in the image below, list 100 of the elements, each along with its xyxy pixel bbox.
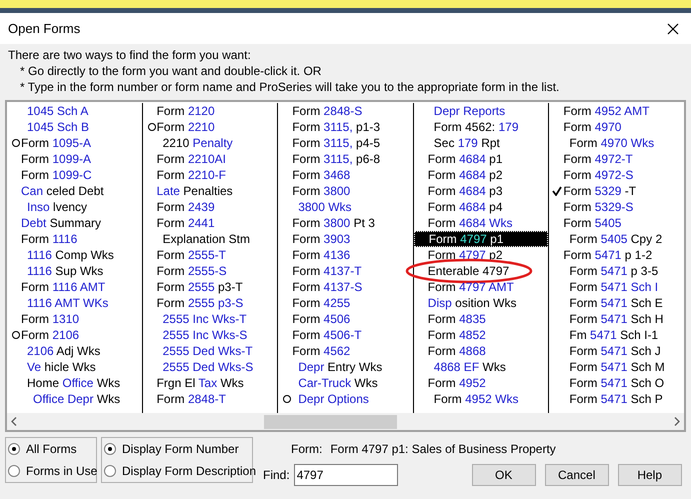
form-list-item[interactable]: Disp osition Wks [414,295,516,311]
form-list-item[interactable]: Form 4136 [278,247,350,263]
form-list-item[interactable]: Form 4972-T [549,151,633,167]
form-list-item[interactable]: Form 5471 Sch P [549,391,663,407]
form-list-item[interactable]: Form 4684 p2 [414,167,503,183]
form-list-item[interactable]: Form 2439 [142,199,215,215]
form-list-item[interactable]: Form 4684 Wks [414,215,512,231]
form-list-item[interactable]: Form 2555-T [142,247,226,263]
form-list-item[interactable]: Form 5471 p 1-2 [549,247,652,263]
form-list-item[interactable]: Form 3115, p1-3 [278,119,380,135]
form-list-item[interactable]: Form 4952 [414,375,486,391]
radio-option[interactable]: Display Form Number [104,438,250,460]
form-list-item[interactable]: Form 4562 [278,343,350,359]
form-list-item[interactable]: Form 4852 [414,327,486,343]
form-list-item[interactable]: Form 2210 [142,119,215,135]
scrollbar-thumb[interactable] [264,414,397,428]
form-list-item[interactable]: Form 2441 [142,215,215,231]
horizontal-scrollbar[interactable] [7,413,684,430]
form-list-item[interactable]: Form 5329 -T [549,183,636,199]
form-list-item[interactable]: Form 1099-C [7,167,92,183]
form-list-item[interactable]: 1045 Sch B [7,119,90,135]
form-list-item[interactable]: Form 2555 p3-T [142,279,243,295]
form-list-item[interactable]: Form 5471 p 3-5 [549,263,658,279]
form-list-item[interactable]: Form 4506 [278,311,350,327]
form-list-item[interactable]: Late Penalties [142,183,233,199]
form-list-item[interactable]: Form 5471 Sch J [549,343,661,359]
form-list-item[interactable]: Form 5471 Sch I [549,279,658,295]
form-list-item[interactable]: Form 4972-S [549,167,634,183]
form-list-item[interactable]: Form 1310 [7,311,80,327]
form-list-item[interactable]: Sec 179 Rpt [414,135,500,151]
form-list-item[interactable]: 2555 Inc Wks-S [142,327,248,343]
form-list-item[interactable]: Depr Entry Wks [278,359,382,375]
form-list-item[interactable]: Car-Truck Wks [278,375,378,391]
form-list-item[interactable]: Form 3115, p6-8 [278,151,380,167]
form-list-item[interactable]: Form 4255 [278,295,350,311]
scroll-left-icon[interactable] [11,417,17,426]
form-list-item[interactable]: Form 4562: 179 [414,119,519,135]
form-list-item[interactable]: Form 4970 Wks [549,135,654,151]
form-list-item[interactable]: Form 4506-T [278,327,362,343]
form-list-item[interactable]: Form 4137-S [278,279,362,295]
form-list-item[interactable]: Form 2210AI [142,151,226,167]
form-list-item[interactable]: Form 5405 [549,215,622,231]
radio-button[interactable] [104,465,116,477]
form-list-item[interactable]: Form 1116 [7,231,78,247]
form-list-item[interactable]: Form 4952 Wks [414,391,518,407]
form-list-item[interactable]: Form 1099-A [7,151,92,167]
form-list-item[interactable]: 2106 Adj Wks [7,343,100,359]
form-list-item[interactable]: Inso lvency [7,199,88,215]
form-list-item[interactable]: Form 2555 p3-S [142,295,244,311]
form-list-item[interactable]: Form 4835 [414,311,486,327]
form-list-item[interactable]: 1116 Comp Wks [7,247,114,263]
form-list-item[interactable]: Explanation Stm [142,231,250,247]
form-list-item[interactable]: 4868 EF Wks [414,359,506,375]
dialog-button[interactable]: Help [618,464,682,486]
form-list-item[interactable]: 2555 Ded Wks-T [142,343,253,359]
form-list-item[interactable]: Frgn El Tax Wks [142,375,244,391]
form-list-item[interactable]: 3800 Wks [278,199,352,215]
form-list-item[interactable]: Form 1116 AMT [7,279,106,295]
form-list-item[interactable]: Form 4797 AMT [414,279,514,295]
form-list-item[interactable]: 2210 Penalty [142,135,233,151]
form-list-item[interactable]: Form 5471 Sch H [549,311,664,327]
form-list-item[interactable]: Form 5471 Sch E [549,295,663,311]
form-list-item[interactable]: Form 2848-T [142,391,226,407]
radio-option[interactable]: All Forms [8,438,94,460]
form-list-item[interactable]: 2555 Inc Wks-T [142,311,247,327]
form-list-item[interactable]: Debt Summary [7,215,102,231]
form-list-item[interactable]: Form 3903 [278,231,350,247]
form-list-item[interactable]: 2555 Ded Wks-S [142,359,254,375]
form-list-item[interactable]: Form 4684 p3 [414,183,503,199]
close-icon[interactable] [667,22,679,34]
form-list-item[interactable]: Home Office Wks [7,375,120,391]
form-list-item[interactable]: Form 2210-F [142,167,226,183]
form-list-item[interactable]: Can celed Debt [7,183,104,199]
radio-button[interactable] [8,443,20,455]
form-list-item[interactable]: Depr Reports [414,103,506,119]
scroll-right-icon[interactable] [674,417,680,426]
dialog-button[interactable]: OK [472,464,536,486]
form-list-item[interactable]: Office Depr Wks [7,391,120,407]
form-list-item[interactable]: Form 4684 p1 [414,151,503,167]
form-list-item[interactable]: Form 3800 Pt 3 [278,215,375,231]
form-list-item[interactable]: Form 2106 [7,327,80,343]
form-list-item[interactable]: 1116 Sup Wks [7,263,104,279]
form-list-item[interactable]: Form 1095-A [7,135,92,151]
form-list-item[interactable]: Form 4970 [549,119,622,135]
form-list-item[interactable]: Form 4868 [414,343,486,359]
form-list-item[interactable]: Form 2848-S [278,103,362,119]
form-list-item[interactable]: Form 4137-T [278,263,362,279]
form-list-item[interactable]: Depr Options [278,391,369,407]
selected-list-row[interactable]: Form 4797 p1 [414,231,548,247]
form-list-item[interactable]: Form 3800 [278,183,350,199]
form-list-item[interactable]: 1045 Sch A [7,103,88,119]
form-list-item[interactable]: Form 2555-S [142,263,227,279]
radio-button[interactable] [8,465,20,477]
form-list-item[interactable]: Form 4797 p1 [414,231,504,247]
form-list-item[interactable]: Form 5405 Cpy 2 [549,231,662,247]
form-list-item[interactable]: Form 5329-S [549,199,634,215]
form-list-item[interactable]: Fm 5471 Sch I-1 [549,327,658,343]
form-list-item[interactable]: Form 3468 [278,167,350,183]
find-field[interactable]: 4797 [294,464,398,486]
form-list-item[interactable]: Form 4952 AMT [549,103,650,119]
